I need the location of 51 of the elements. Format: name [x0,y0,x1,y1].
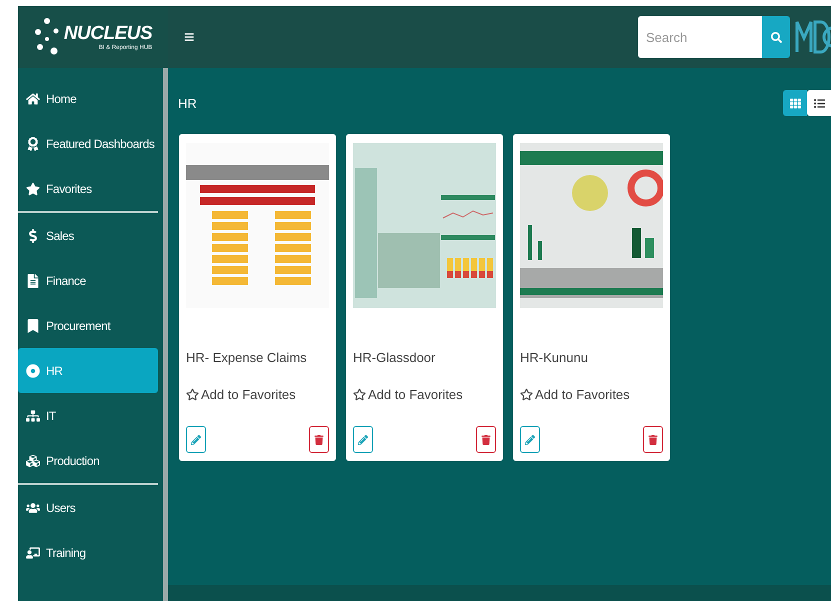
menu-button[interactable]: ≡ [184,26,195,48]
card-title: HR-Glassdoor [353,350,436,365]
search-field[interactable]: Search [638,16,762,58]
sidebar-item[interactable]: Home [18,76,158,121]
delete-button[interactable] [643,426,663,453]
brand-name: NUCLEUS [64,23,152,44]
pencil-icon [358,434,368,444]
star-icon [520,388,533,401]
dollar-icon [26,228,40,242]
star-icon [186,388,199,401]
sidebar-item[interactable]: Sales [18,213,158,258]
edit-button[interactable] [353,426,373,453]
delete-button[interactable] [309,426,329,453]
add-to-favorites-link[interactable]: Add to Favorites [353,387,496,402]
sidebar-item[interactable]: Production [18,438,158,483]
search-icon [770,32,782,42]
trash-icon [481,434,491,444]
sidebar-item[interactable]: Featured Dashboards [18,121,158,166]
page-title: HR [178,96,197,110]
sidebar-item[interactable]: Finance [18,258,158,303]
add-to-favorites-link[interactable]: Add to Favorites [520,387,663,402]
search-button[interactable] [762,16,790,58]
card-title: HR- Expense Claims [186,350,308,365]
document-icon [26,274,40,288]
users-icon [26,500,40,514]
sitemap-icon [26,408,40,422]
trash-icon [314,434,324,444]
add-to-favorites-link[interactable]: Add to Favorites [186,387,329,402]
sidebar-item[interactable]: Training [18,530,158,575]
home-icon [26,92,40,106]
bookmark-icon [26,318,40,332]
list-icon [814,98,824,108]
edit-button[interactable] [520,426,540,453]
molecule-icon [34,17,60,57]
sidebar-item[interactable]: Procurement [18,303,158,348]
trash-icon [648,434,658,444]
sidebar-item[interactable]: IT [18,393,158,438]
sidebar-item[interactable]: Favorites [18,166,158,211]
star-icon [26,182,40,196]
pencil-icon [525,434,535,444]
list-view-button[interactable] [807,90,831,116]
award-icon [26,136,40,150]
card-title: HR-Kununu [520,350,589,365]
board-icon [26,546,40,560]
sidebar-item[interactable]: Users [18,485,158,530]
star-icon [353,388,366,401]
cubes-icon [26,454,40,468]
delete-button[interactable] [476,426,496,453]
pencil-icon [191,434,201,444]
grid-icon [790,98,800,108]
edit-button[interactable] [186,426,206,453]
